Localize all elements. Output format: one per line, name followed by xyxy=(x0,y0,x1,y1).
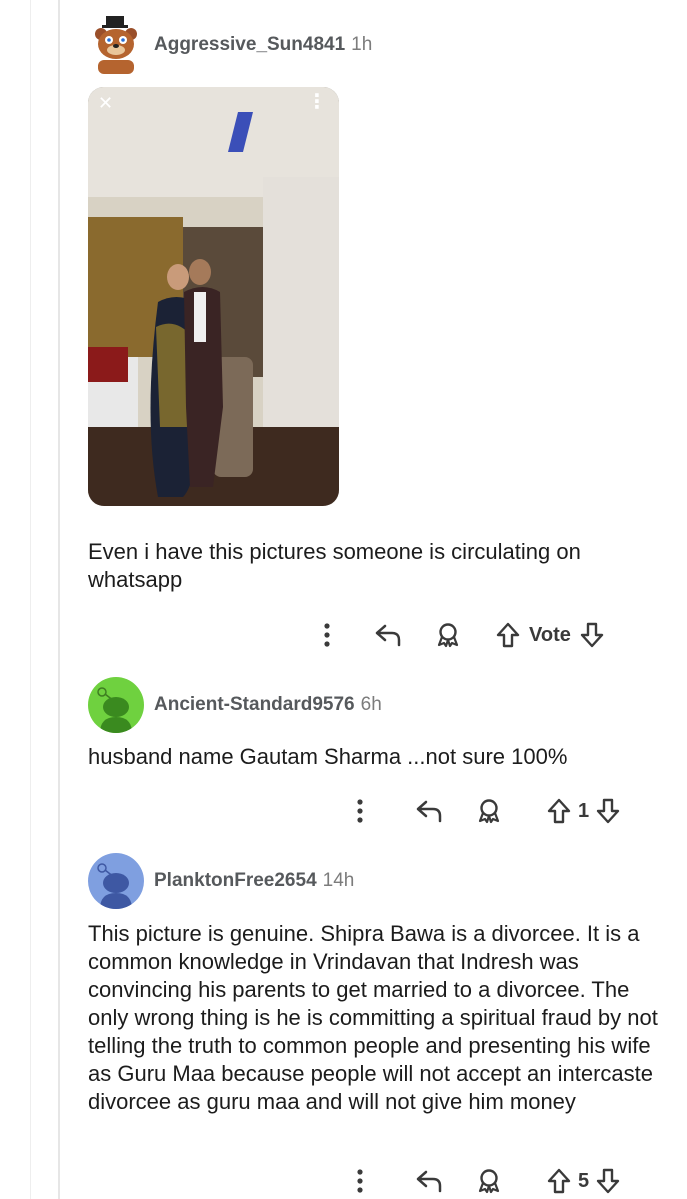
comment-actions: 1 xyxy=(350,793,623,829)
award-icon[interactable] xyxy=(474,793,504,829)
upvote-icon[interactable] xyxy=(493,617,523,653)
comment-text: This picture is genuine. Shipra Bawa is … xyxy=(88,921,658,1114)
comment-image[interactable]: ✕ ⋮ xyxy=(88,87,339,506)
comment-username[interactable]: PlanktonFree2654 xyxy=(154,870,317,892)
snoo-green-avatar-icon[interactable] xyxy=(88,677,144,733)
more-options-icon[interactable] xyxy=(350,1163,370,1199)
comment-username[interactable]: Ancient-Standard9576 xyxy=(154,694,355,716)
reply-icon[interactable] xyxy=(414,1163,444,1199)
reply-icon[interactable] xyxy=(414,793,444,829)
more-options-icon[interactable] xyxy=(350,793,370,829)
comment-age: 14h xyxy=(322,870,355,891)
award-icon[interactable] xyxy=(474,1163,504,1199)
freddy-bear-avatar-icon[interactable] xyxy=(88,14,144,76)
vote-count: 1 xyxy=(578,799,590,822)
downvote-icon[interactable] xyxy=(577,617,607,653)
comment-text: Even i have this pictures someone is cir… xyxy=(88,539,581,592)
comment-age: 6h xyxy=(360,694,382,715)
more-options-icon[interactable]: ⋮ xyxy=(307,92,327,112)
comment-header: PlanktonFree2654 14h xyxy=(88,853,354,909)
comment-actions: 5 xyxy=(350,1163,623,1199)
comment-actions: Vote xyxy=(317,617,607,653)
snoo-blue-avatar-icon[interactable] xyxy=(88,853,144,909)
comment-header: Aggressive_Sun4841 1h xyxy=(88,14,372,76)
downvote-icon[interactable] xyxy=(593,793,623,829)
close-icon[interactable]: ✕ xyxy=(98,93,113,113)
upvote-icon[interactable] xyxy=(544,793,574,829)
comment-username[interactable]: Aggressive_Sun4841 xyxy=(154,34,345,56)
upvote-icon[interactable] xyxy=(544,1163,574,1199)
thread-line[interactable] xyxy=(58,0,60,1199)
outer-thread-line xyxy=(30,0,31,1199)
more-options-icon[interactable] xyxy=(317,617,337,653)
vote-label: Vote xyxy=(529,623,571,646)
comment-age: 1h xyxy=(351,34,373,55)
comment-header: Ancient-Standard9576 6h xyxy=(88,677,382,733)
couple-photo xyxy=(88,87,339,506)
downvote-icon[interactable] xyxy=(593,1163,623,1199)
award-icon[interactable] xyxy=(433,617,463,653)
vote-count: 5 xyxy=(578,1169,590,1192)
reply-icon[interactable] xyxy=(373,617,403,653)
comment-text: husband name Gautam Sharma ...not sure 1… xyxy=(88,744,568,769)
